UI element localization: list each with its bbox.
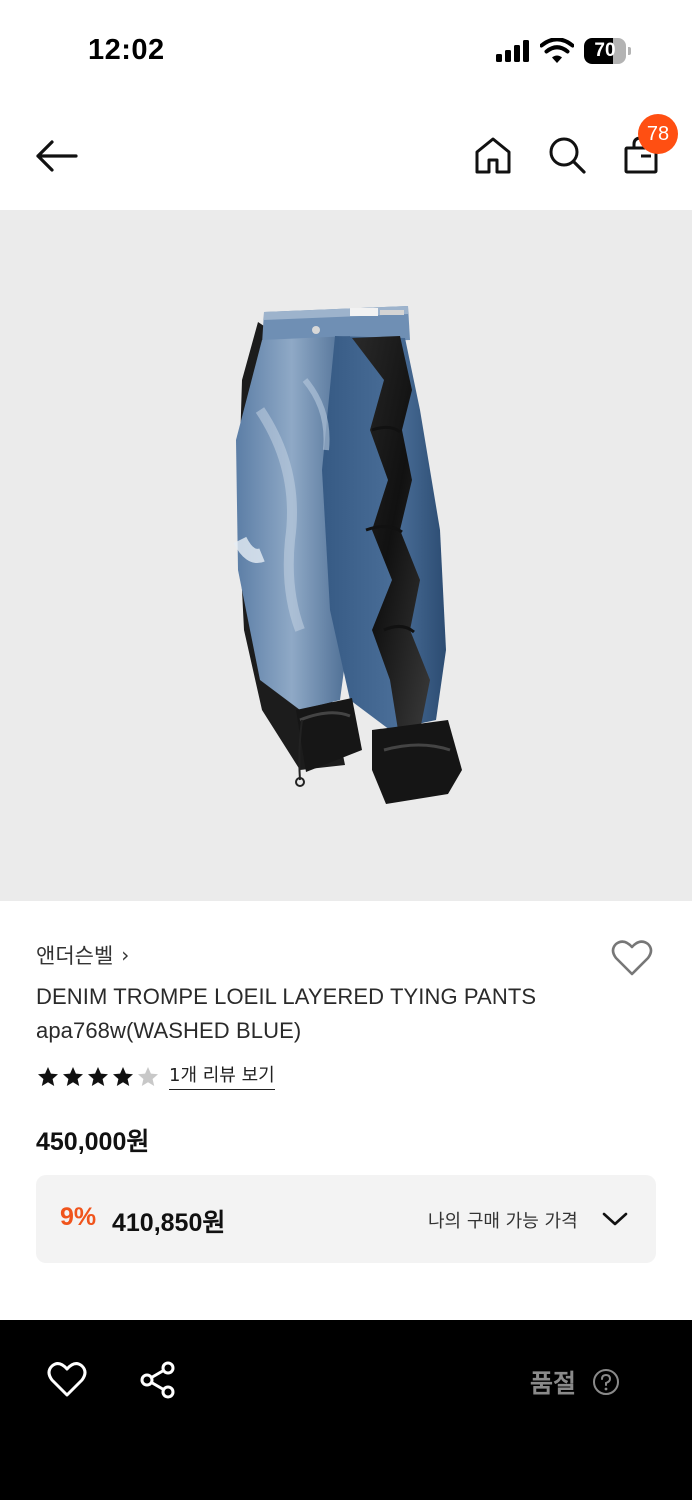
star-filled-icon [113, 1067, 133, 1086]
wifi-icon [540, 38, 574, 63]
discount-rate: 9% [60, 1203, 97, 1231]
product-title-line2: apa768w(WASHED BLUE) [36, 1018, 302, 1043]
soldout-label: 품절 [530, 1369, 577, 1398]
cellular-signal-icon [496, 40, 532, 62]
denim-pants-illustration [233, 306, 462, 804]
battery-icon: 70 [584, 38, 631, 64]
back-arrow-icon[interactable] [32, 136, 80, 176]
product-title-line1: DENIM TROMPE LOEIL LAYERED TYING PANTS [36, 984, 537, 1009]
bottom-action-bar: 품절 [0, 1320, 692, 1500]
home-icon[interactable] [472, 134, 514, 176]
original-price: 450,000원 [36, 1128, 150, 1156]
share-icon[interactable] [138, 1360, 178, 1400]
product-title: DENIM TROMPE LOEIL LAYERED TYING PANTS a… [36, 980, 596, 1048]
rating-row: 1개 리뷰 보기 [36, 1062, 275, 1092]
star-rating [36, 1065, 161, 1089]
help-icon[interactable] [592, 1368, 620, 1396]
cart-count-badge[interactable]: 78 [638, 114, 678, 154]
search-icon[interactable] [546, 134, 588, 176]
product-image[interactable] [0, 210, 692, 901]
brand-name: 앤더슨벨 [36, 944, 114, 968]
review-link[interactable]: 1개 리뷰 보기 [169, 1065, 275, 1090]
chevron-down-icon[interactable] [602, 1209, 628, 1229]
star-filled-icon [38, 1067, 58, 1086]
discount-price: 410,850원 [112, 1209, 226, 1237]
heart-icon[interactable] [610, 938, 654, 978]
header [0, 100, 692, 210]
star-filled-icon [63, 1067, 83, 1086]
chevron-right-icon: › [121, 943, 130, 967]
my-price-label: 나의 구매 가능 가격 [428, 1211, 578, 1232]
star-empty-icon [138, 1067, 158, 1086]
status-time: 12:02 [88, 34, 165, 66]
star-filled-icon [88, 1067, 108, 1086]
discount-price-panel[interactable]: 9% 410,850원 나의 구매 가능 가격 [36, 1175, 656, 1263]
status-bar: 12:02 70 [0, 0, 692, 100]
battery-level: 70 [594, 40, 616, 61]
brand-link[interactable]: 앤더슨벨 › [36, 940, 129, 970]
heart-icon[interactable] [46, 1360, 88, 1400]
